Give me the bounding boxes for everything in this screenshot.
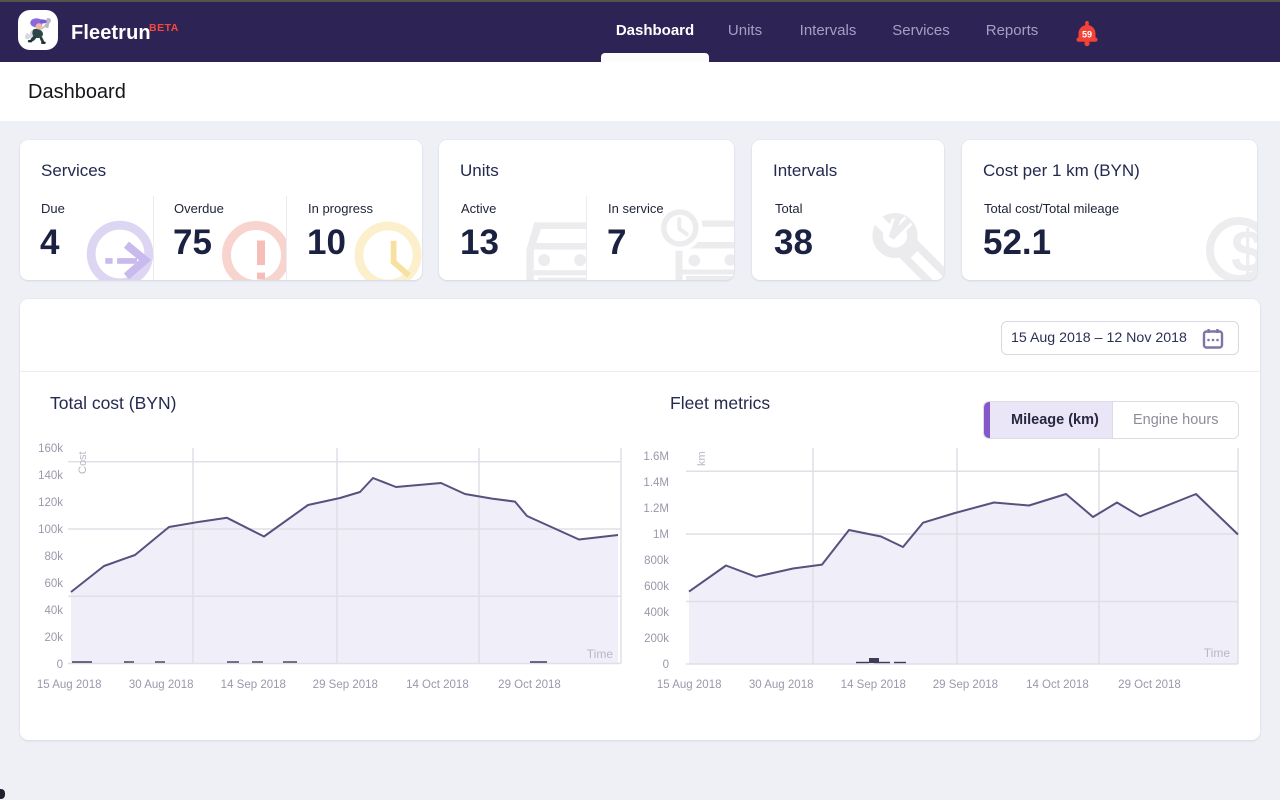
svg-text:15 Aug 2018: 15 Aug 2018 (657, 679, 722, 691)
svg-text:14 Sep 2018: 14 Sep 2018 (841, 679, 906, 691)
svg-text:600k: 600k (644, 581, 669, 593)
svg-text:29 Oct 2018: 29 Oct 2018 (1118, 679, 1181, 691)
svg-text:14 Oct 2018: 14 Oct 2018 (406, 679, 469, 691)
svg-text:Total cost (BYN): Total cost (BYN) (50, 393, 176, 413)
svg-text:30 Aug 2018: 30 Aug 2018 (129, 679, 194, 691)
svg-text:Time: Time (1204, 646, 1231, 660)
svg-text:140k: 140k (38, 470, 63, 482)
svg-text:59: 59 (1082, 30, 1092, 40)
svg-text:400k: 400k (644, 607, 669, 619)
svg-text:14 Oct 2018: 14 Oct 2018 (1026, 679, 1089, 691)
svg-text:km: km (696, 451, 708, 466)
svg-text:Cost: Cost (77, 451, 89, 474)
svg-text:30 Aug 2018: 30 Aug 2018 (749, 679, 814, 691)
svg-text:100k: 100k (38, 524, 63, 536)
svg-text:14 Sep 2018: 14 Sep 2018 (221, 679, 286, 691)
svg-text:0: 0 (663, 659, 669, 671)
svg-text:20k: 20k (44, 632, 63, 644)
svg-text:80k: 80k (44, 551, 63, 563)
svg-text:Time: Time (587, 647, 614, 661)
svg-text:40k: 40k (44, 605, 63, 617)
svg-text:29 Sep 2018: 29 Sep 2018 (313, 679, 378, 691)
svg-text:Fleet metrics: Fleet metrics (670, 393, 770, 413)
svg-text:29 Oct 2018: 29 Oct 2018 (498, 679, 561, 691)
svg-text:29 Sep 2018: 29 Sep 2018 (933, 679, 998, 691)
svg-text:120k: 120k (38, 497, 63, 509)
svg-text:$: $ (1231, 219, 1257, 281)
svg-text:1M: 1M (653, 529, 669, 541)
svg-text:800k: 800k (644, 555, 669, 567)
svg-text:15 Aug 2018: 15 Aug 2018 (37, 679, 102, 691)
svg-text:160k: 160k (38, 443, 63, 455)
svg-text:200k: 200k (644, 633, 669, 645)
svg-text:1.4M: 1.4M (643, 477, 669, 489)
svg-text:1.2M: 1.2M (643, 503, 669, 515)
svg-text:0: 0 (57, 659, 63, 671)
svg-text:60k: 60k (44, 578, 63, 590)
svg-text:1.6M: 1.6M (643, 451, 669, 463)
